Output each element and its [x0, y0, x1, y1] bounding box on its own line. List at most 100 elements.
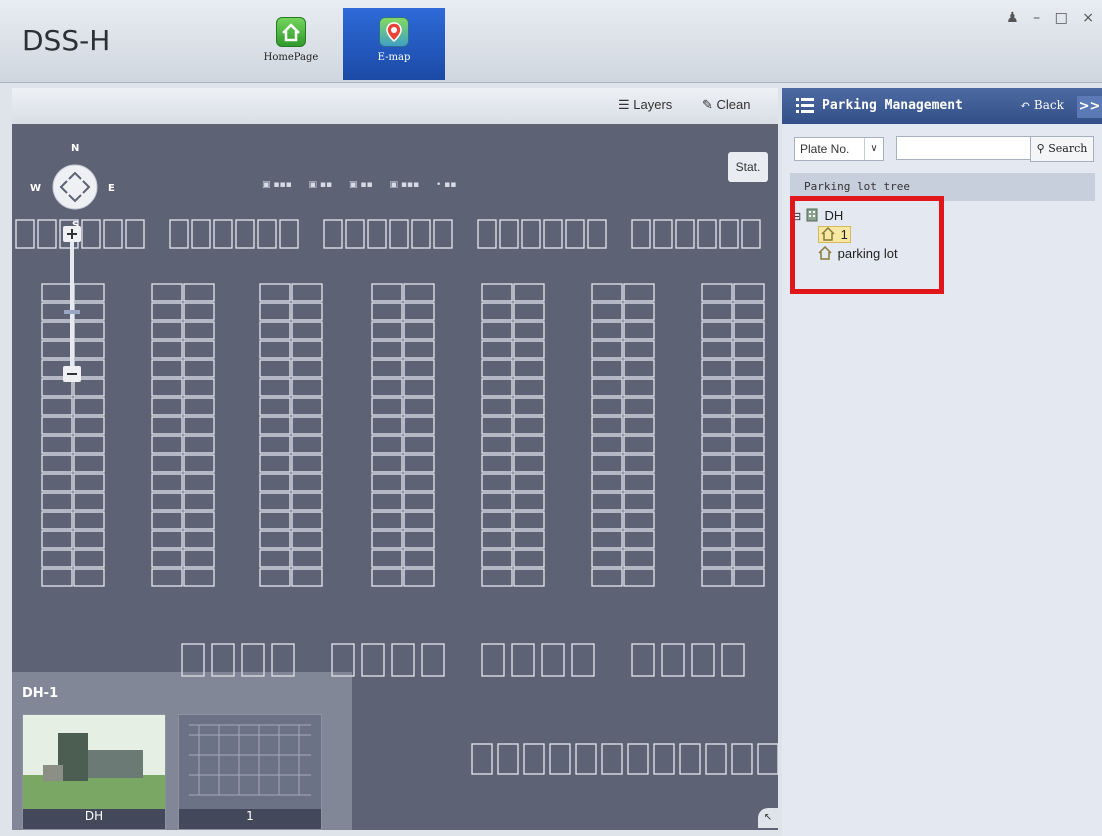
- parking-space: [513, 416, 545, 435]
- parking-space: [291, 549, 323, 568]
- parking-space: [627, 743, 649, 775]
- parking-space: [731, 743, 753, 775]
- parking-space: [575, 743, 597, 775]
- collapse-panel-button[interactable]: >>: [1077, 96, 1102, 118]
- thumbnail-1[interactable]: 1: [178, 714, 322, 830]
- parking-space: [235, 219, 255, 249]
- legend-entrance-icon: ▣ ▪▪▪: [262, 180, 292, 190]
- parking-space: [151, 340, 183, 359]
- thumbnail-dh[interactable]: DH: [22, 714, 166, 830]
- parking-space: [345, 219, 365, 249]
- close-icon[interactable]: ×: [1082, 10, 1094, 26]
- parking-space: [403, 340, 435, 359]
- parking-space: [623, 435, 655, 454]
- parking-space: [41, 492, 73, 511]
- parking-space: [41, 530, 73, 549]
- parking-space: [733, 454, 765, 473]
- search-icon: ⚲: [1036, 142, 1045, 155]
- parking-space: [291, 321, 323, 340]
- parking-space: [591, 530, 623, 549]
- parking-space: [481, 435, 513, 454]
- clean-button[interactable]: ✎ Clean: [702, 97, 751, 113]
- stat-button[interactable]: Stat.: [728, 152, 768, 182]
- parking-space: [403, 397, 435, 416]
- parking-space: [701, 397, 733, 416]
- parking-space: [691, 643, 715, 677]
- parking-space: [701, 549, 733, 568]
- user-icon[interactable]: ♟: [1006, 10, 1019, 26]
- parking-space: [481, 359, 513, 378]
- parking-space: [591, 321, 623, 340]
- parking-space: [701, 378, 733, 397]
- parking-space: [259, 416, 291, 435]
- parking-space: [733, 283, 765, 302]
- back-label: Back: [1033, 98, 1064, 112]
- parking-space: [733, 568, 765, 587]
- parking-space: [513, 473, 545, 492]
- minimize-icon[interactable]: –: [1033, 10, 1040, 26]
- search-button[interactable]: ⚲ Search: [1030, 136, 1094, 162]
- parking-space: [511, 643, 535, 677]
- parking-space: [73, 492, 105, 511]
- parking-space: [623, 511, 655, 530]
- parking-space: [73, 549, 105, 568]
- parking-space: [403, 492, 435, 511]
- parking-space: [513, 454, 545, 473]
- tree-header-label: Parking lot tree: [804, 180, 910, 193]
- parking-map[interactable]: ▣ ▪▪▪ ▣ ▪▪ ▣ ▪▪ ▣ ▪▪▪ • ▪▪ N S W E Stat.…: [12, 124, 778, 830]
- parking-space: [623, 473, 655, 492]
- parking-space: [291, 435, 323, 454]
- parking-space: [183, 359, 215, 378]
- back-button[interactable]: ↶ Back: [1020, 98, 1064, 112]
- parking-space: [371, 435, 403, 454]
- parking-space: [183, 340, 215, 359]
- map-legend: ▣ ▪▪▪ ▣ ▪▪ ▣ ▪▪ ▣ ▪▪▪ • ▪▪: [262, 180, 470, 190]
- back-arrow-icon: ↶: [1020, 98, 1031, 112]
- layers-icon: ☰: [618, 97, 630, 112]
- plate-no-select[interactable]: Plate No. ∨: [794, 137, 884, 161]
- parking-space: [259, 397, 291, 416]
- parking-space: [623, 549, 655, 568]
- parking-space: [701, 283, 733, 302]
- expand-corner-icon[interactable]: ↖: [758, 808, 778, 828]
- parking-space: [623, 530, 655, 549]
- parking-space: [513, 359, 545, 378]
- parking-space: [733, 302, 765, 321]
- building-photo-icon: [23, 715, 165, 809]
- highlight-annotation-box: [790, 196, 944, 294]
- parking-space: [471, 743, 493, 775]
- parking-space: [481, 643, 505, 677]
- parking-space: [701, 454, 733, 473]
- window-controls: ♟ – □ ×: [996, 10, 1094, 26]
- parking-space: [391, 643, 415, 677]
- parking-space: [623, 340, 655, 359]
- compass-control[interactable]: N S W E: [30, 142, 120, 232]
- parking-space: [481, 340, 513, 359]
- parking-space: [291, 511, 323, 530]
- tab-homepage[interactable]: HomePage: [240, 8, 342, 80]
- parking-space: [403, 416, 435, 435]
- parking-space: [421, 643, 445, 677]
- parking-space: [701, 302, 733, 321]
- parking-space: [371, 549, 403, 568]
- maximize-icon[interactable]: □: [1055, 10, 1068, 26]
- tab-emap[interactable]: E-map: [343, 8, 445, 80]
- parking-space: [701, 340, 733, 359]
- parking-space: [591, 454, 623, 473]
- parking-space: [623, 568, 655, 587]
- parking-space: [733, 549, 765, 568]
- layers-button[interactable]: ☰ Layers: [618, 97, 672, 113]
- plate-no-select-value: Plate No.: [800, 142, 850, 156]
- parking-space: [151, 549, 183, 568]
- parking-space: [371, 302, 403, 321]
- parking-space: [291, 283, 323, 302]
- parking-space: [291, 416, 323, 435]
- parking-space: [151, 416, 183, 435]
- parking-space: [549, 743, 571, 775]
- parking-space: [513, 511, 545, 530]
- plate-search-input[interactable]: [896, 136, 1040, 160]
- parking-space: [481, 302, 513, 321]
- zoom-slider[interactable]: [62, 226, 82, 386]
- parking-space: [259, 283, 291, 302]
- parking-space: [151, 378, 183, 397]
